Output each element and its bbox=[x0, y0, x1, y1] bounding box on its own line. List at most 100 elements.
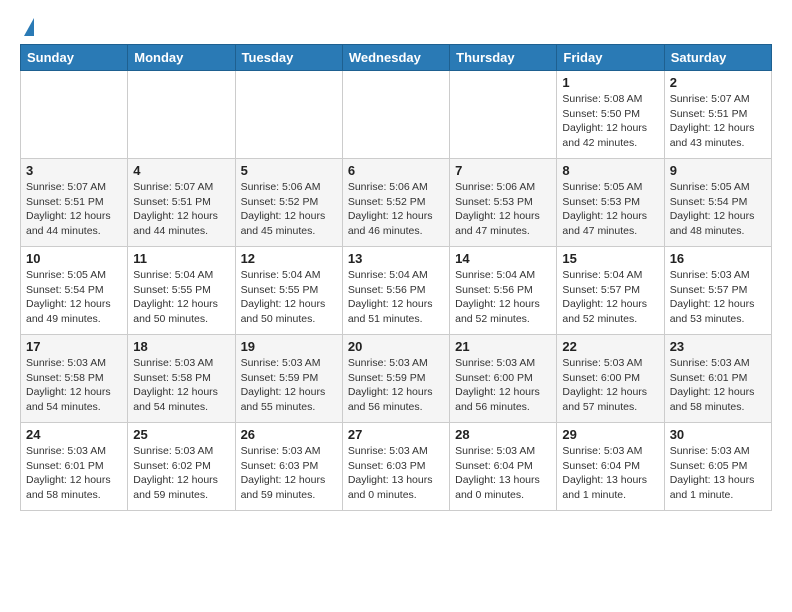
cell-content: Sunrise: 5:03 AMSunset: 6:00 PMDaylight:… bbox=[455, 356, 551, 415]
calendar-day-header: Monday bbox=[128, 45, 235, 71]
calendar-day-cell bbox=[342, 71, 449, 159]
cell-content: Sunrise: 5:06 AMSunset: 5:52 PMDaylight:… bbox=[348, 180, 444, 239]
day-number: 9 bbox=[670, 163, 766, 178]
cell-content: Sunrise: 5:05 AMSunset: 5:53 PMDaylight:… bbox=[562, 180, 658, 239]
cell-content: Sunrise: 5:03 AMSunset: 5:58 PMDaylight:… bbox=[26, 356, 122, 415]
cell-content: Sunrise: 5:05 AMSunset: 5:54 PMDaylight:… bbox=[670, 180, 766, 239]
day-number: 3 bbox=[26, 163, 122, 178]
calendar-day-cell: 8 Sunrise: 5:05 AMSunset: 5:53 PMDaylight… bbox=[557, 159, 664, 247]
calendar-day-header: Friday bbox=[557, 45, 664, 71]
calendar-day-cell: 16 Sunrise: 5:03 AMSunset: 5:57 PMDayligh… bbox=[664, 247, 771, 335]
day-number: 23 bbox=[670, 339, 766, 354]
day-number: 1 bbox=[562, 75, 658, 90]
logo bbox=[20, 16, 34, 36]
day-number: 17 bbox=[26, 339, 122, 354]
calendar-day-cell: 3 Sunrise: 5:07 AMSunset: 5:51 PMDaylight… bbox=[21, 159, 128, 247]
day-number: 7 bbox=[455, 163, 551, 178]
calendar-day-cell: 6 Sunrise: 5:06 AMSunset: 5:52 PMDaylight… bbox=[342, 159, 449, 247]
cell-content: Sunrise: 5:07 AMSunset: 5:51 PMDaylight:… bbox=[133, 180, 229, 239]
cell-content: Sunrise: 5:03 AMSunset: 6:04 PMDaylight:… bbox=[562, 444, 658, 503]
cell-content: Sunrise: 5:03 AMSunset: 6:03 PMDaylight:… bbox=[241, 444, 337, 503]
calendar-day-cell: 18 Sunrise: 5:03 AMSunset: 5:58 PMDayligh… bbox=[128, 335, 235, 423]
day-number: 6 bbox=[348, 163, 444, 178]
day-number: 27 bbox=[348, 427, 444, 442]
calendar-day-cell: 30Sunrise: 5:03 AMSunset: 6:05 PMDayligh… bbox=[664, 423, 771, 511]
calendar-day-header: Wednesday bbox=[342, 45, 449, 71]
calendar-day-cell: 29 Sunrise: 5:03 AMSunset: 6:04 PMDayligh… bbox=[557, 423, 664, 511]
calendar-day-cell: 4 Sunrise: 5:07 AMSunset: 5:51 PMDaylight… bbox=[128, 159, 235, 247]
cell-content: Sunrise: 5:04 AMSunset: 5:55 PMDaylight:… bbox=[241, 268, 337, 327]
calendar-day-cell: 5 Sunrise: 5:06 AMSunset: 5:52 PMDaylight… bbox=[235, 159, 342, 247]
day-number: 5 bbox=[241, 163, 337, 178]
day-number: 25 bbox=[133, 427, 229, 442]
cell-content: Sunrise: 5:03 AMSunset: 5:57 PMDaylight:… bbox=[670, 268, 766, 327]
calendar-week-row: 24 Sunrise: 5:03 AMSunset: 6:01 PMDayligh… bbox=[21, 423, 772, 511]
calendar-week-row: 17 Sunrise: 5:03 AMSunset: 5:58 PMDayligh… bbox=[21, 335, 772, 423]
day-number: 29 bbox=[562, 427, 658, 442]
calendar-day-cell: 28 Sunrise: 5:03 AMSunset: 6:04 PMDayligh… bbox=[450, 423, 557, 511]
day-number: 16 bbox=[670, 251, 766, 266]
calendar-day-cell bbox=[128, 71, 235, 159]
calendar-day-cell bbox=[450, 71, 557, 159]
calendar-day-cell: 22 Sunrise: 5:03 AMSunset: 6:00 PMDayligh… bbox=[557, 335, 664, 423]
calendar-day-cell: 12 Sunrise: 5:04 AMSunset: 5:55 PMDayligh… bbox=[235, 247, 342, 335]
calendar-day-cell: 15Sunrise: 5:04 AMSunset: 5:57 PMDayligh… bbox=[557, 247, 664, 335]
calendar-day-cell bbox=[235, 71, 342, 159]
calendar-day-cell: 17 Sunrise: 5:03 AMSunset: 5:58 PMDayligh… bbox=[21, 335, 128, 423]
cell-content: Sunrise: 5:03 AMSunset: 6:00 PMDaylight:… bbox=[562, 356, 658, 415]
calendar-day-cell: 2 Sunrise: 5:07 AMSunset: 5:51 PMDaylight… bbox=[664, 71, 771, 159]
cell-content: Sunrise: 5:03 AMSunset: 6:04 PMDaylight:… bbox=[455, 444, 551, 503]
day-number: 21 bbox=[455, 339, 551, 354]
day-number: 10 bbox=[26, 251, 122, 266]
cell-content: Sunrise: 5:03 AMSunset: 5:59 PMDaylight:… bbox=[348, 356, 444, 415]
calendar-day-header: Tuesday bbox=[235, 45, 342, 71]
calendar-day-cell: 11 Sunrise: 5:04 AMSunset: 5:55 PMDayligh… bbox=[128, 247, 235, 335]
calendar-day-cell: 13 Sunrise: 5:04 AMSunset: 5:56 PMDayligh… bbox=[342, 247, 449, 335]
day-number: 15 bbox=[562, 251, 658, 266]
calendar-day-cell: 20 Sunrise: 5:03 AMSunset: 5:59 PMDayligh… bbox=[342, 335, 449, 423]
calendar-day-cell: 23 Sunrise: 5:03 AMSunset: 6:01 PMDayligh… bbox=[664, 335, 771, 423]
calendar-day-cell: 10 Sunrise: 5:05 AMSunset: 5:54 PMDayligh… bbox=[21, 247, 128, 335]
calendar-day-header: Thursday bbox=[450, 45, 557, 71]
cell-content: Sunrise: 5:04 AMSunset: 5:56 PMDaylight:… bbox=[348, 268, 444, 327]
cell-content: Sunrise: 5:04 AMSunset: 5:55 PMDaylight:… bbox=[133, 268, 229, 327]
calendar-week-row: 3 Sunrise: 5:07 AMSunset: 5:51 PMDaylight… bbox=[21, 159, 772, 247]
day-number: 26 bbox=[241, 427, 337, 442]
day-number: 11 bbox=[133, 251, 229, 266]
calendar-day-cell: 1Sunrise: 5:08 AMSunset: 5:50 PMDaylight… bbox=[557, 71, 664, 159]
calendar-day-cell: 26 Sunrise: 5:03 AMSunset: 6:03 PMDayligh… bbox=[235, 423, 342, 511]
calendar-day-header: Sunday bbox=[21, 45, 128, 71]
day-number: 4 bbox=[133, 163, 229, 178]
day-number: 24 bbox=[26, 427, 122, 442]
calendar-day-cell bbox=[21, 71, 128, 159]
calendar-day-header: Saturday bbox=[664, 45, 771, 71]
calendar-table: SundayMondayTuesdayWednesdayThursdayFrid… bbox=[20, 44, 772, 511]
day-number: 30 bbox=[670, 427, 766, 442]
day-number: 13 bbox=[348, 251, 444, 266]
calendar-day-cell: 24 Sunrise: 5:03 AMSunset: 6:01 PMDayligh… bbox=[21, 423, 128, 511]
calendar-day-cell: 21 Sunrise: 5:03 AMSunset: 6:00 PMDayligh… bbox=[450, 335, 557, 423]
cell-content: Sunrise: 5:07 AMSunset: 5:51 PMDaylight:… bbox=[670, 92, 766, 151]
calendar-day-cell: 9 Sunrise: 5:05 AMSunset: 5:54 PMDaylight… bbox=[664, 159, 771, 247]
day-number: 8 bbox=[562, 163, 658, 178]
cell-content: Sunrise: 5:03 AMSunset: 6:02 PMDaylight:… bbox=[133, 444, 229, 503]
calendar-day-cell: 7 Sunrise: 5:06 AMSunset: 5:53 PMDaylight… bbox=[450, 159, 557, 247]
cell-content: Sunrise: 5:03 AMSunset: 6:01 PMDaylight:… bbox=[670, 356, 766, 415]
logo-icon bbox=[24, 18, 34, 36]
cell-content: Sunrise: 5:04 AMSunset: 5:56 PMDaylight:… bbox=[455, 268, 551, 327]
day-number: 18 bbox=[133, 339, 229, 354]
cell-content: Sunrise: 5:03 AMSunset: 6:01 PMDaylight:… bbox=[26, 444, 122, 503]
cell-content: Sunrise: 5:06 AMSunset: 5:53 PMDaylight:… bbox=[455, 180, 551, 239]
day-number: 22 bbox=[562, 339, 658, 354]
day-number: 14 bbox=[455, 251, 551, 266]
cell-content: Sunrise: 5:03 AMSunset: 5:58 PMDaylight:… bbox=[133, 356, 229, 415]
day-number: 2 bbox=[670, 75, 766, 90]
day-number: 20 bbox=[348, 339, 444, 354]
day-number: 19 bbox=[241, 339, 337, 354]
day-number: 28 bbox=[455, 427, 551, 442]
cell-content: Sunrise: 5:06 AMSunset: 5:52 PMDaylight:… bbox=[241, 180, 337, 239]
cell-content: Sunrise: 5:05 AMSunset: 5:54 PMDaylight:… bbox=[26, 268, 122, 327]
cell-content: Sunrise: 5:07 AMSunset: 5:51 PMDaylight:… bbox=[26, 180, 122, 239]
day-number: 12 bbox=[241, 251, 337, 266]
calendar-day-cell: 25 Sunrise: 5:03 AMSunset: 6:02 PMDayligh… bbox=[128, 423, 235, 511]
